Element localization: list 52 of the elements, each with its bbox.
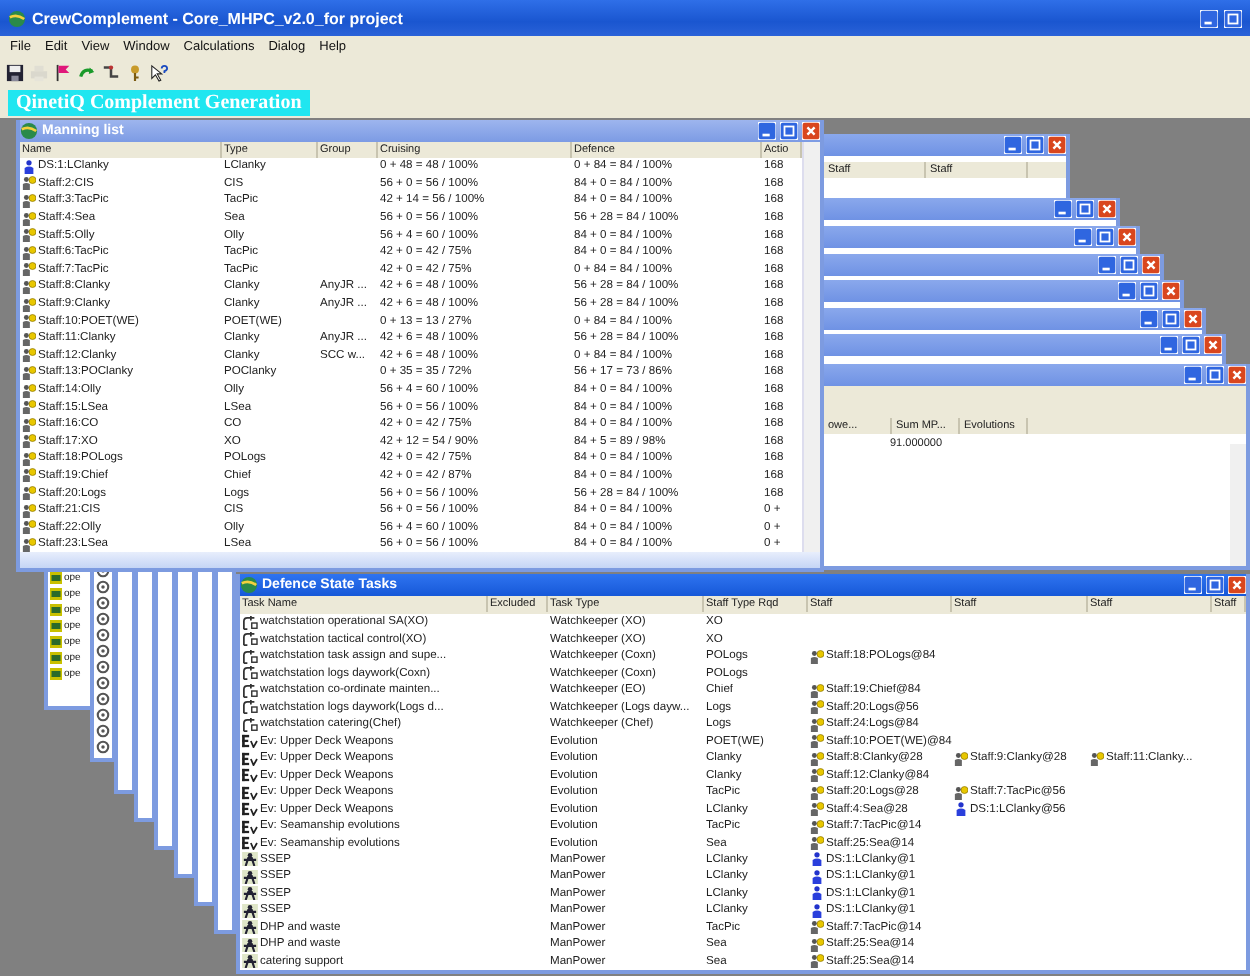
close-button[interactable] bbox=[802, 122, 820, 140]
minimize-button[interactable] bbox=[1118, 282, 1136, 300]
close-button[interactable] bbox=[1162, 282, 1180, 300]
minimize-button[interactable] bbox=[1200, 9, 1218, 27]
globe-icon bbox=[20, 122, 38, 140]
close-button[interactable] bbox=[1118, 228, 1136, 246]
maximize-button[interactable] bbox=[1224, 9, 1242, 27]
save-icon[interactable] bbox=[6, 63, 24, 81]
globe-icon bbox=[240, 576, 258, 594]
maximize-button[interactable] bbox=[780, 122, 798, 140]
person-icon bbox=[954, 802, 968, 817]
maximize-button[interactable] bbox=[1096, 228, 1114, 246]
person-badge-icon bbox=[810, 649, 824, 664]
minimize-button[interactable] bbox=[1004, 136, 1022, 154]
minimize-button[interactable] bbox=[1140, 310, 1158, 328]
minimize-button[interactable] bbox=[1098, 256, 1116, 274]
minimize-button[interactable] bbox=[1054, 200, 1072, 218]
close-button[interactable] bbox=[1184, 310, 1202, 328]
banner-title: QinetiQ Complement Generation bbox=[8, 89, 310, 115]
close-button[interactable] bbox=[1048, 136, 1066, 154]
person-badge-icon bbox=[1090, 751, 1104, 766]
maximize-button[interactable] bbox=[1076, 200, 1094, 218]
pointer-help-icon[interactable] bbox=[150, 63, 168, 81]
close-button[interactable] bbox=[1142, 256, 1160, 274]
scrollbar[interactable] bbox=[802, 142, 820, 552]
minimize-button[interactable] bbox=[1184, 366, 1202, 384]
minimize-button[interactable] bbox=[1160, 336, 1178, 354]
globe-icon bbox=[8, 9, 26, 27]
close-button[interactable] bbox=[1228, 366, 1246, 384]
flag-icon[interactable] bbox=[54, 63, 72, 81]
scrollbar[interactable] bbox=[20, 552, 820, 568]
maximize-button[interactable] bbox=[1162, 310, 1180, 328]
close-button[interactable] bbox=[1204, 336, 1222, 354]
person-badge-icon bbox=[954, 751, 968, 766]
minimize-button[interactable] bbox=[1074, 228, 1092, 246]
person-icon bbox=[22, 159, 36, 174]
maximize-button[interactable] bbox=[1026, 136, 1044, 154]
close-button[interactable] bbox=[1228, 576, 1246, 594]
close-button[interactable] bbox=[1098, 200, 1116, 218]
maximize-button[interactable] bbox=[1206, 576, 1224, 594]
arrow-icon[interactable] bbox=[78, 63, 96, 81]
person-badge-icon bbox=[954, 785, 968, 800]
maximize-button[interactable] bbox=[1140, 282, 1158, 300]
scrollbar[interactable] bbox=[1230, 444, 1246, 566]
minimize-button[interactable] bbox=[1184, 576, 1202, 594]
minimize-button[interactable] bbox=[758, 122, 776, 140]
key-icon[interactable] bbox=[126, 63, 144, 81]
maximize-button[interactable] bbox=[1206, 366, 1224, 384]
maximize-button[interactable] bbox=[1120, 256, 1138, 274]
maximize-button[interactable] bbox=[1182, 336, 1200, 354]
pipe-icon[interactable] bbox=[102, 63, 120, 81]
window-title: CrewComplement - Core_MHPC_v2.0_for project bbox=[32, 9, 403, 27]
